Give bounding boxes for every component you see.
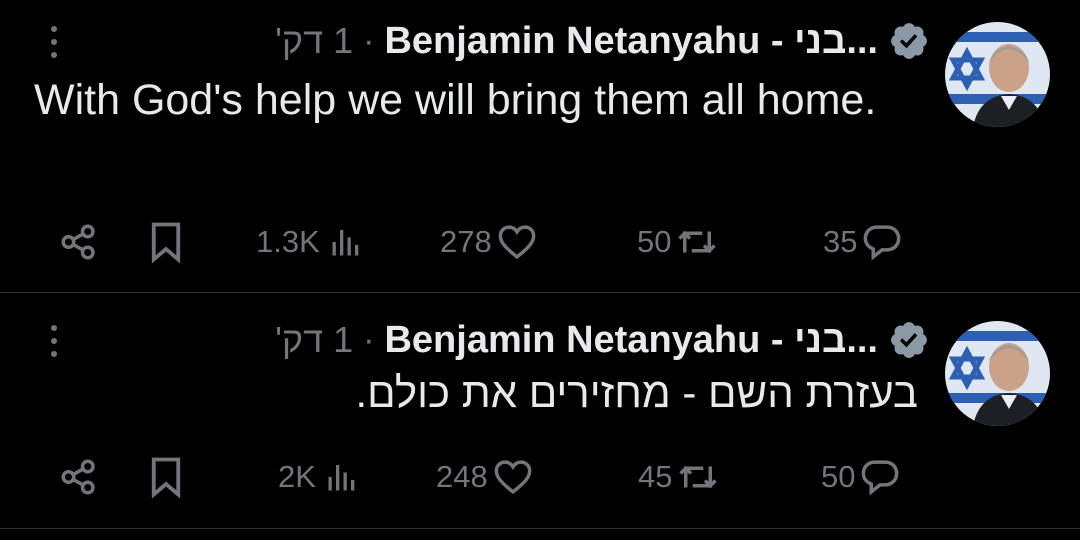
views-icon <box>332 230 359 256</box>
retweet-button[interactable]: 45 <box>638 452 720 502</box>
separator-dot: · <box>363 320 375 359</box>
views-button[interactable]: 2K <box>278 452 360 502</box>
retweet-button[interactable]: 50 <box>637 217 719 267</box>
bookmark-icon <box>151 222 181 263</box>
more-icon[interactable] <box>44 22 64 62</box>
action-bar: 2K 248 45 50 <box>0 452 1080 502</box>
likes-count: 278 <box>440 224 492 259</box>
tweet[interactable]: Benjamin Netanyahu - בני... · 1 דק' בעזר… <box>0 293 1080 528</box>
views-count: 2K <box>278 459 316 494</box>
verified-icon <box>891 322 927 358</box>
author-name[interactable]: Benjamin Netanyahu - בני... <box>384 20 878 63</box>
tweet-divider <box>0 528 1080 529</box>
like-button[interactable]: 248 <box>436 452 534 502</box>
avatar[interactable] <box>945 321 1050 426</box>
heart-icon <box>498 225 536 260</box>
views-button[interactable]: 1.3K <box>256 217 364 267</box>
share-icon <box>61 459 95 495</box>
likes-count: 248 <box>436 459 488 494</box>
share-button[interactable] <box>58 452 100 502</box>
bookmark-button[interactable] <box>148 217 184 267</box>
timestamp[interactable]: 1 דק' <box>275 319 353 361</box>
separator-dot: · <box>363 21 375 60</box>
retweet-icon <box>679 465 718 489</box>
bookmark-icon <box>151 457 181 498</box>
replies-count: 50 <box>821 459 856 494</box>
views-count: 1.3K <box>256 224 320 259</box>
reply-icon <box>862 460 899 496</box>
tweet-text: בעזרת השם - מחזירים את כולם. <box>355 369 919 416</box>
tweet[interactable]: Benjamin Netanyahu - בני... · 1 דק' With… <box>0 0 1080 292</box>
tweet-header: Benjamin Netanyahu - בני... · 1 דק' <box>275 315 930 365</box>
retweets-count: 50 <box>637 224 672 259</box>
share-button[interactable] <box>58 217 100 267</box>
verified-icon <box>891 23 927 59</box>
bookmark-button[interactable] <box>148 452 184 502</box>
heart-icon <box>494 460 532 495</box>
retweet-icon <box>678 230 717 254</box>
timestamp[interactable]: 1 דק' <box>275 20 353 62</box>
reply-button[interactable]: 35 <box>823 217 903 267</box>
reply-icon <box>864 225 901 261</box>
share-icon <box>61 224 95 260</box>
reply-button[interactable]: 50 <box>821 452 901 502</box>
retweets-count: 45 <box>638 459 673 494</box>
author-name[interactable]: Benjamin Netanyahu - בני... <box>384 319 878 362</box>
like-button[interactable]: 278 <box>440 217 538 267</box>
tweet-text: With God's help we will bring them all h… <box>34 76 877 124</box>
action-bar: 1.3K 278 50 35 <box>0 217 1080 267</box>
more-icon[interactable] <box>44 321 64 361</box>
tweet-header: Benjamin Netanyahu - בני... · 1 דק' <box>275 16 930 66</box>
avatar[interactable] <box>945 22 1050 127</box>
views-icon <box>328 465 355 491</box>
replies-count: 35 <box>823 224 858 259</box>
